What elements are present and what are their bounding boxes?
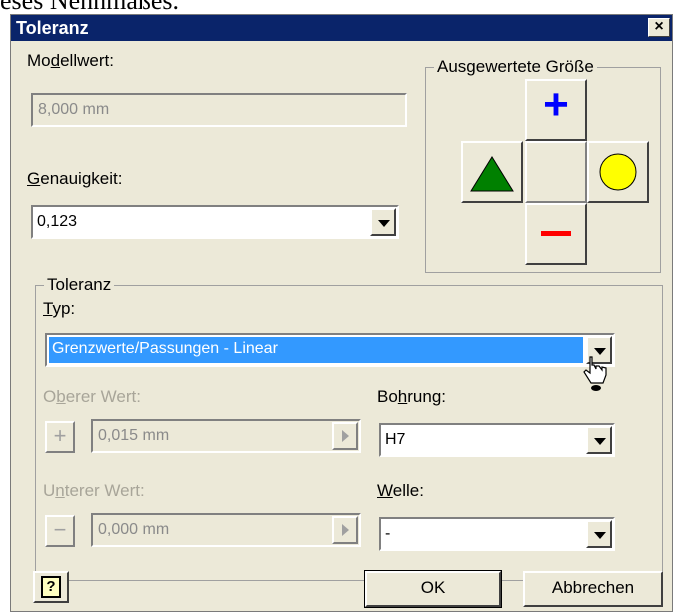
toleranz-dialog: Toleranz × Modellwert: 8,000 mm Genauigk…: [10, 14, 673, 612]
unterer-wert-field: 0,000 mm: [91, 513, 361, 547]
plus-icon: +: [543, 80, 569, 129]
upper-deviation-button[interactable]: +: [525, 79, 587, 141]
chevron-right-icon: [342, 430, 349, 442]
chevron-right-icon: [342, 524, 349, 536]
nominal-triangle-button[interactable]: [461, 141, 523, 203]
modellwert-label: Modellwert:: [27, 51, 114, 70]
triangle-icon: [470, 156, 514, 192]
oberer-wert-label: Oberer Wert:: [43, 387, 141, 406]
genauigkeit-label: Genauigkeit:: [27, 169, 123, 188]
unterer-minus-button[interactable]: −: [45, 515, 75, 547]
hand-cursor-icon: [583, 356, 607, 391]
oberer-wert-value: 0,015 mm: [98, 427, 170, 444]
bohrung-dropdown-arrow[interactable]: [586, 426, 612, 454]
chevron-down-icon: [594, 532, 606, 539]
bohrung-select[interactable]: H7: [379, 423, 615, 457]
help-button[interactable]: ?: [33, 571, 69, 603]
toleranz-group-label: Toleranz: [44, 275, 115, 295]
cancel-button[interactable]: Abbrechen: [523, 571, 663, 607]
genauigkeit-dropdown-arrow[interactable]: [370, 208, 396, 236]
chevron-down-icon: [378, 220, 390, 227]
unterer-wert-value: 0,000 mm: [98, 521, 170, 538]
help-icon: ?: [41, 576, 61, 598]
oberer-plus-button[interactable]: +: [45, 421, 75, 453]
unterer-wert-label: Unterer Wert:: [43, 481, 145, 500]
welle-label: Welle:: [377, 481, 424, 500]
minus-icon: [541, 231, 571, 236]
chevron-down-icon: [594, 438, 606, 445]
bohrung-label: Bohrung:: [377, 387, 447, 406]
nominal-center-button[interactable]: [525, 141, 587, 203]
oberer-wert-arrow[interactable]: [332, 422, 358, 450]
typ-label: Typ:: [43, 299, 76, 318]
lower-deviation-button[interactable]: [525, 203, 587, 265]
welle-value: -: [385, 525, 391, 542]
ok-button[interactable]: OK: [364, 570, 502, 608]
title-bar[interactable]: Toleranz ×: [11, 15, 672, 41]
modellwert-field: 8,000 mm: [31, 93, 407, 127]
typ-select[interactable]: Grenzwerte/Passungen - Linear: [45, 333, 615, 367]
bohrung-value: H7: [385, 431, 406, 448]
genauigkeit-select[interactable]: 0,123: [31, 205, 399, 239]
dialog-title: Toleranz: [16, 18, 89, 38]
circle-icon: [599, 153, 637, 191]
oberer-wert-field: 0,015 mm: [91, 419, 361, 453]
welle-dropdown-arrow[interactable]: [586, 520, 612, 548]
welle-select[interactable]: -: [379, 517, 615, 551]
genauigkeit-value: 0,123: [37, 213, 78, 230]
median-circle-button[interactable]: [587, 141, 649, 203]
unterer-wert-arrow[interactable]: [332, 516, 358, 544]
typ-value: Grenzwerte/Passungen - Linear: [49, 337, 583, 363]
close-button[interactable]: ×: [648, 18, 670, 37]
ausgewertete-groesse-label: Ausgewertete Größe: [434, 57, 597, 77]
